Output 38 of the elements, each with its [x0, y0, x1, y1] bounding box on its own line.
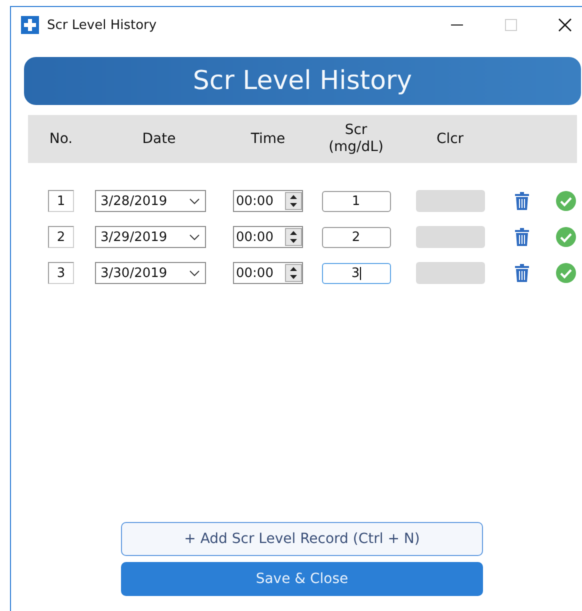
row-number: 1: [48, 190, 74, 212]
column-header: Scr (mg/dL): [328, 122, 384, 156]
spinner-arrows-icon[interactable]: [285, 192, 302, 210]
clcr-field: [416, 262, 484, 284]
clcr-field: [416, 190, 484, 212]
spinner-arrows-icon[interactable]: [285, 228, 302, 246]
check-icon[interactable]: [556, 191, 576, 211]
time-spinner[interactable]: 00:00: [233, 262, 303, 284]
save-button[interactable]: Save & Close: [121, 562, 483, 596]
time-spinner[interactable]: 00:00: [233, 190, 303, 212]
column-header: Clcr: [436, 130, 464, 148]
row-number: 3: [48, 262, 74, 284]
scr-input[interactable]: 2: [322, 226, 390, 248]
time-spinner[interactable]: 00:00: [233, 226, 303, 248]
trash-icon[interactable]: [515, 264, 529, 282]
column-header: Date: [142, 130, 176, 148]
header-banner: Scr Level History: [24, 57, 581, 105]
column-header: No.: [49, 130, 73, 148]
chevron-icon: [188, 234, 200, 240]
column-header: Time: [250, 130, 286, 148]
app-icon: [21, 16, 39, 34]
chevron-icon: [188, 198, 200, 204]
trash-icon[interactable]: [515, 192, 529, 210]
spinner-arrows-icon[interactable]: [285, 264, 302, 282]
scr-input[interactable]: 3: [322, 262, 390, 284]
scr-input[interactable]: 1: [322, 190, 390, 212]
add-button[interactable]: + Add Scr Level Record (Ctrl + N): [121, 522, 483, 556]
clcr-field: [416, 226, 484, 248]
date-dropdown[interactable]: 3/30/2019: [94, 262, 206, 284]
date-dropdown[interactable]: 3/28/2019: [94, 190, 206, 212]
trash-icon[interactable]: [515, 228, 529, 246]
chevron-icon: [188, 270, 200, 276]
window-title: Scr Level History: [47, 18, 158, 32]
row-number: 2: [48, 226, 74, 248]
close-icon[interactable]: [558, 18, 572, 32]
date-dropdown[interactable]: 3/29/2019: [94, 226, 206, 248]
check-icon[interactable]: [556, 263, 576, 283]
check-icon[interactable]: [556, 227, 576, 247]
